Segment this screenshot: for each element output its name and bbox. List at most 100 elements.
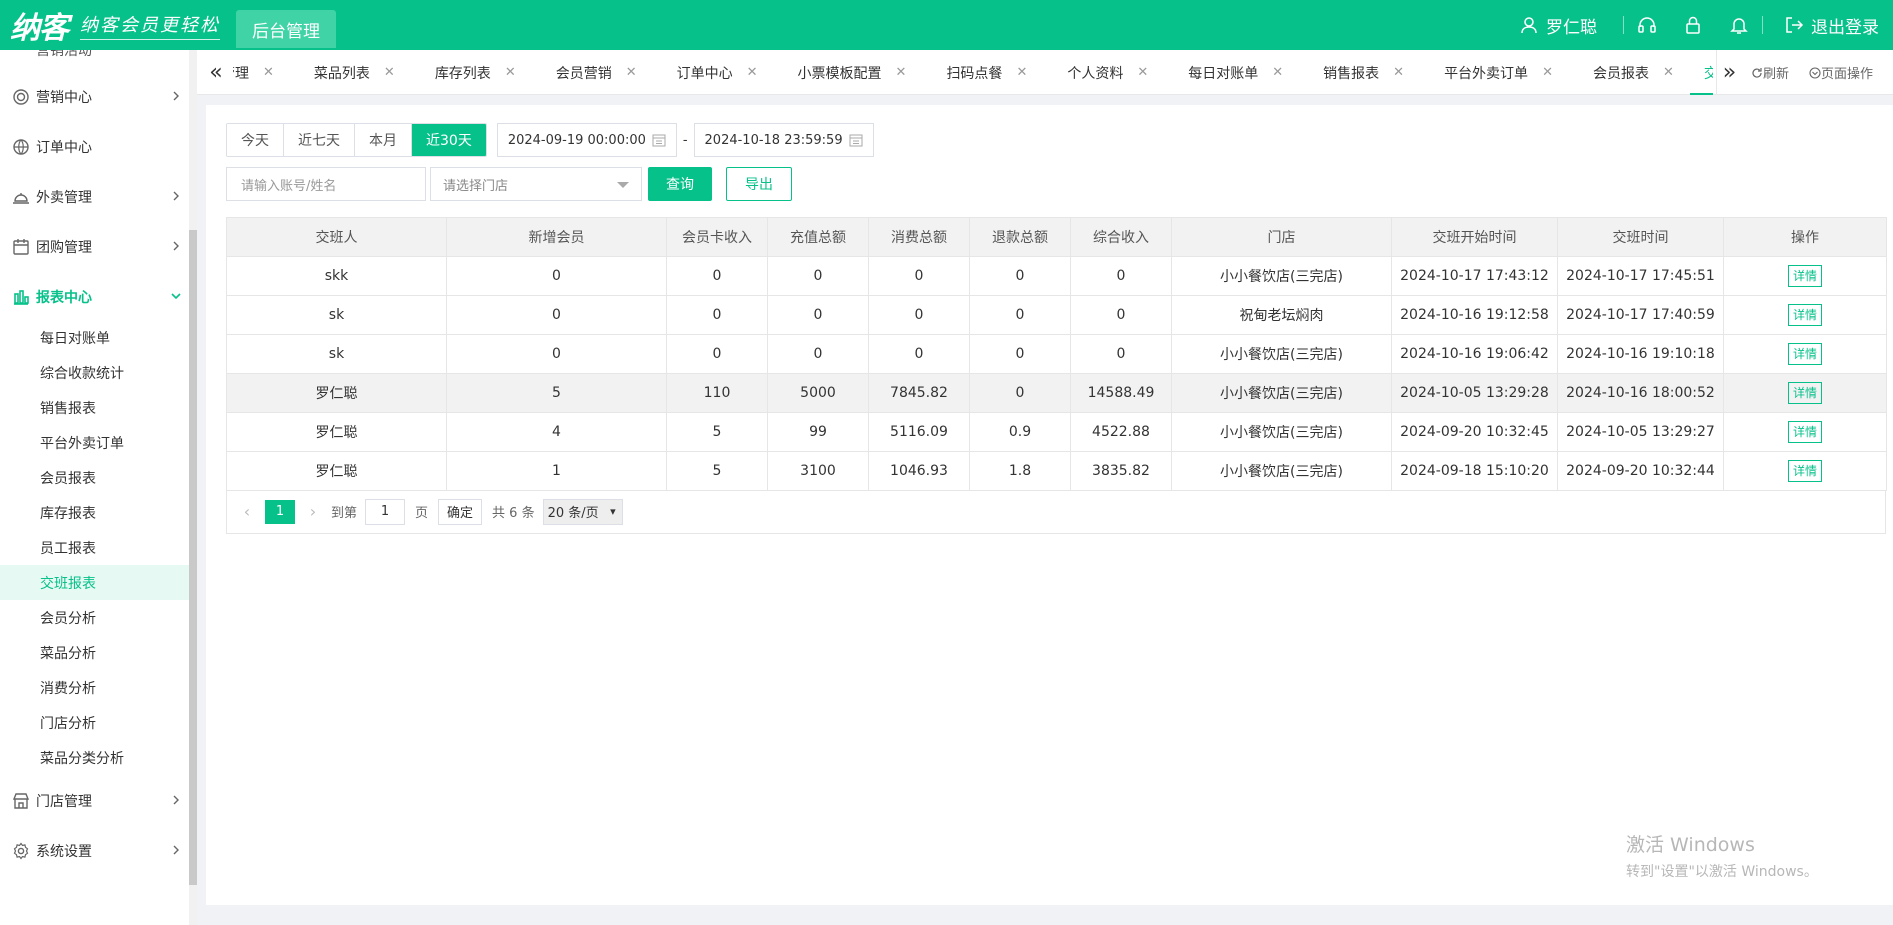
table-cell: 0 — [969, 334, 1071, 374]
query-button[interactable]: 查询 — [648, 167, 712, 201]
close-icon[interactable]: ✕ — [384, 65, 395, 80]
table-cell: sk — [226, 295, 447, 335]
sidebar-item-groupbuy[interactable]: 团购管理 — [0, 227, 189, 267]
logout-button[interactable]: 退出登录 — [1763, 13, 1893, 38]
close-icon[interactable]: ✕ — [1663, 65, 1674, 80]
tabs-scroll-right[interactable]: » — [1716, 50, 1742, 95]
tab-item[interactable]: 会员报表 ✕ — [1569, 50, 1690, 95]
sidebar-item-label: 团购管理 — [36, 240, 92, 256]
refresh-button[interactable]: 刷新 — [1751, 63, 1799, 82]
headset-icon — [1636, 14, 1658, 36]
sidebar-sub-sales[interactable]: 销售报表 — [0, 390, 189, 425]
detail-button[interactable]: 详情 — [1787, 460, 1822, 482]
range-30-days[interactable]: 近30天 — [412, 124, 486, 156]
goto-confirm-button[interactable]: 确定 — [438, 498, 483, 525]
sidebar-item-takeout[interactable]: 外卖管理 — [0, 177, 189, 217]
detail-button[interactable]: 详情 — [1787, 265, 1822, 287]
sidebar-sub-consume-analysis[interactable]: 消费分析 — [0, 670, 189, 705]
sidebar-item-cut[interactable]: 营销活动 — [0, 50, 189, 60]
range-today[interactable]: 今天 — [227, 124, 284, 156]
store-select[interactable]: 请选择门店 — [430, 167, 642, 201]
column-header: 新增会员 — [446, 217, 667, 257]
start-date-input[interactable]: 2024-09-19 00:00:00 — [496, 123, 677, 157]
export-button[interactable]: 导出 — [726, 167, 792, 201]
chevron-right-icon — [173, 91, 179, 101]
store-select-placeholder: 请选择门店 — [443, 178, 509, 194]
close-icon[interactable]: ✕ — [1542, 65, 1553, 80]
sidebar-sub-platform-orders[interactable]: 平台外卖订单 — [0, 425, 189, 460]
close-icon[interactable]: ✕ — [1393, 65, 1404, 80]
tab-item[interactable]: 订单中心 ✕ — [653, 50, 774, 95]
sidebar-sub-store-analysis[interactable]: 门店分析 — [0, 705, 189, 740]
table-cell: 罗仁聪 — [226, 373, 447, 413]
sidebar-sub-member-analysis[interactable]: 会员分析 — [0, 600, 189, 635]
account-search-input[interactable]: 请输入账号/姓名 — [226, 167, 426, 201]
sidebar-sub-member-report[interactable]: 会员报表 — [0, 460, 189, 495]
close-icon[interactable]: ✕ — [1137, 65, 1148, 80]
page-size-select[interactable]: 20 条/页 ▾ — [542, 498, 623, 525]
tab-item[interactable]: 管理 ✕ — [233, 50, 290, 95]
sidebar-item-label: 报表中心 — [36, 290, 92, 306]
sidebar-sub-stock-report[interactable]: 库存报表 — [0, 495, 189, 530]
range-7-days[interactable]: 近七天 — [284, 124, 355, 156]
tab-item[interactable]: 菜品列表 ✕ — [290, 50, 411, 95]
close-icon[interactable]: ✕ — [626, 65, 637, 80]
sidebar-item-marketing[interactable]: 营销中心 — [0, 77, 189, 117]
goto-page-input[interactable]: 1 — [365, 498, 406, 525]
detail-button[interactable]: 详情 — [1787, 421, 1822, 443]
brand-logo[interactable]: 纳客 纳客会员更轻松 — [10, 6, 220, 46]
tab-item[interactable]: 会员营销 ✕ — [532, 50, 653, 95]
sidebar-scrollbar[interactable] — [189, 230, 197, 885]
close-icon[interactable]: ✕ — [505, 65, 516, 80]
tab-item[interactable]: 平台外卖订单 ✕ — [1420, 50, 1569, 95]
header-right: 罗仁聪 退出登录 — [1518, 0, 1893, 50]
tab-label: 订单中心 — [676, 65, 733, 82]
range-this-month[interactable]: 本月 — [355, 124, 412, 156]
sidebar-sub-daily[interactable]: 每日对账单 — [0, 320, 189, 355]
table-cell: 2024-10-05 13:29:28 — [1391, 373, 1558, 413]
user-menu[interactable]: 罗仁聪 — [1518, 13, 1623, 38]
sidebar-sub-category-analysis[interactable]: 菜品分类分析 — [0, 740, 189, 775]
tab-item[interactable]: 销售报表 ✕ — [1299, 50, 1420, 95]
sidebar-item-settings[interactable]: 系统设置 — [0, 831, 189, 871]
sidebar-item-orders[interactable]: 订单中心 — [0, 127, 189, 167]
tab-item[interactable]: 交班报表✕ — [1689, 50, 1713, 95]
prev-page-icon[interactable]: ‹ — [237, 502, 257, 521]
tab-item[interactable]: 库存列表 ✕ — [411, 50, 532, 95]
end-date-input[interactable]: 2024-10-18 23:59:59 — [693, 123, 874, 157]
total-count: 共 6 条 — [492, 506, 535, 521]
detail-button[interactable]: 详情 — [1787, 304, 1822, 326]
sidebar-sub-staff-report[interactable]: 员工报表 — [0, 530, 189, 565]
detail-button[interactable]: 详情 — [1787, 382, 1822, 404]
tabs-scroll-left[interactable]: « — [203, 50, 229, 95]
sidebar-sub-collection[interactable]: 综合收款统计 — [0, 355, 189, 390]
sidebar-sub-shift-report[interactable]: 交班报表 — [0, 565, 189, 600]
table-cell: 0 — [666, 295, 768, 335]
sidebar-item-stores[interactable]: 门店管理 — [0, 781, 189, 821]
tab-item[interactable]: 个人资料 ✕ — [1043, 50, 1164, 95]
current-page[interactable]: 1 — [265, 499, 295, 524]
sidebar-item-reports[interactable]: 报表中心 — [0, 277, 189, 317]
tab-item[interactable]: 扫码点餐 ✕ — [922, 50, 1043, 95]
close-icon[interactable]: ✕ — [747, 65, 758, 80]
close-icon[interactable]: ✕ — [1272, 65, 1283, 80]
column-header: 消费总额 — [868, 217, 970, 257]
tab-label: 库存列表 — [434, 65, 491, 82]
support-button[interactable] — [1624, 14, 1670, 36]
notification-button[interactable] — [1716, 14, 1762, 36]
table-cell: 0 — [868, 295, 970, 335]
close-icon[interactable]: ✕ — [263, 65, 274, 80]
lock-button[interactable] — [1670, 14, 1716, 36]
admin-tab[interactable]: 后台管理 — [236, 10, 336, 48]
detail-button[interactable]: 详情 — [1787, 343, 1822, 365]
close-icon[interactable]: ✕ — [1016, 65, 1027, 80]
sidebar-item-label: 营销活动 — [36, 50, 92, 59]
next-page-icon[interactable]: › — [303, 502, 323, 521]
table-cell: 2024-10-05 13:29:27 — [1557, 412, 1724, 452]
tab-item[interactable]: 每日对账单 ✕ — [1164, 50, 1299, 95]
page-ops-button[interactable]: 页面操作 — [1809, 63, 1883, 82]
close-icon[interactable]: ✕ — [896, 65, 907, 80]
table-cell: 5 — [666, 412, 768, 452]
tab-item[interactable]: 小票模板配置 ✕ — [774, 50, 923, 95]
sidebar-sub-dish-analysis[interactable]: 菜品分析 — [0, 635, 189, 670]
